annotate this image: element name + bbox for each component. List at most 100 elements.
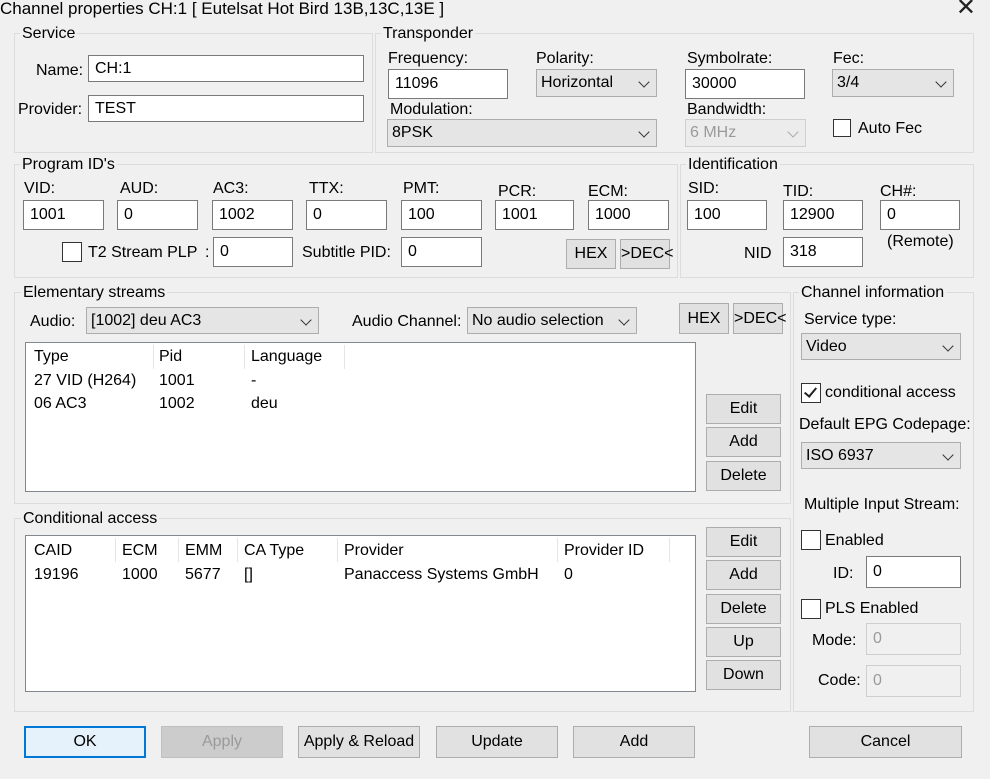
aud-label: AUD: xyxy=(120,180,159,197)
tid-input[interactable]: 12900 xyxy=(783,200,863,230)
sid-input[interactable]: 100 xyxy=(687,200,767,230)
column-divider[interactable] xyxy=(115,538,116,562)
update-button[interactable]: Update xyxy=(436,726,558,758)
streams-delete-button[interactable]: Delete xyxy=(706,461,781,491)
subtitle-pid-input[interactable]: 0 xyxy=(401,237,482,267)
ca-row-type[interactable]: [] xyxy=(244,565,253,585)
stream-row-language[interactable]: - xyxy=(251,371,256,391)
stream-row-pid[interactable]: 1001 xyxy=(159,371,195,391)
ca-row-provider[interactable]: Panaccess Systems GmbH xyxy=(344,565,539,585)
add-channel-button[interactable]: Add xyxy=(573,726,695,758)
apply-reload-button[interactable]: Apply & Reload xyxy=(298,726,420,758)
column-divider[interactable] xyxy=(244,345,245,369)
cancel-button[interactable]: Cancel xyxy=(809,726,962,758)
ecm-input[interactable]: 1000 xyxy=(588,200,669,230)
audio-channel-value: No audio selection xyxy=(472,312,604,329)
ca-row-ecm[interactable]: 1000 xyxy=(122,565,158,585)
t2-stream-plp-input[interactable]: 0 xyxy=(213,237,293,267)
t2-stream-plp-checkbox[interactable] xyxy=(62,242,82,262)
chevron-down-icon xyxy=(787,126,799,138)
streams-col-language[interactable]: Language xyxy=(251,347,322,367)
streams-edit-button[interactable]: Edit xyxy=(706,394,781,424)
vid-input[interactable]: 1001 xyxy=(23,200,104,230)
pls-enabled-checkbox[interactable] xyxy=(801,599,821,619)
epg-codepage-select[interactable]: ISO 6937 xyxy=(801,442,961,469)
identification-group-label: Identification xyxy=(686,156,780,174)
bandwidth-value: 6 MHz xyxy=(690,124,737,141)
streams-add-button[interactable]: Add xyxy=(706,427,781,457)
stream-row-type[interactable]: 06 AC3 xyxy=(34,394,86,414)
pmt-input[interactable]: 100 xyxy=(401,200,482,230)
mis-id-label: ID: xyxy=(833,565,854,582)
pls-mode-input: 0 xyxy=(866,623,961,655)
transponder-group-label: Transponder xyxy=(381,25,476,43)
ca-delete-button[interactable]: Delete xyxy=(706,594,781,624)
ac3-input[interactable]: 1002 xyxy=(212,200,293,230)
ca-col-provider-id[interactable]: Provider ID xyxy=(564,541,644,561)
stream-row-pid[interactable]: 1002 xyxy=(159,394,195,414)
ttx-input[interactable]: 0 xyxy=(306,200,387,230)
stream-row-type[interactable]: 27 VID (H264) xyxy=(34,371,136,391)
service-group-label: Service xyxy=(20,25,78,43)
pid-hex-button[interactable]: HEX xyxy=(566,239,616,269)
close-icon[interactable]: ✕ xyxy=(956,0,976,20)
ca-up-button[interactable]: Up xyxy=(706,627,781,657)
column-divider[interactable] xyxy=(669,538,670,562)
streams-dec-button[interactable]: >DEC< xyxy=(733,303,786,334)
ch-number-input[interactable]: 0 xyxy=(880,200,960,230)
bandwidth-label: Bandwidth: xyxy=(687,101,767,118)
auto-fec-label: Auto Fec xyxy=(858,120,923,137)
column-divider[interactable] xyxy=(337,538,338,562)
ca-col-type[interactable]: CA Type xyxy=(244,541,304,561)
ca-col-emm[interactable]: EMM xyxy=(185,541,222,561)
pid-dec-button[interactable]: >DEC< xyxy=(620,239,673,269)
column-divider[interactable] xyxy=(344,345,345,369)
ca-row-emm[interactable]: 5677 xyxy=(185,565,221,585)
streams-col-type[interactable]: Type xyxy=(34,347,69,367)
symbolrate-input[interactable]: 30000 xyxy=(685,69,805,99)
t2-colon-label: : xyxy=(205,244,210,261)
ca-add-button[interactable]: Add xyxy=(706,560,781,590)
fec-select[interactable]: 3/4 xyxy=(832,69,954,97)
ca-col-provider[interactable]: Provider xyxy=(344,541,404,561)
aud-input[interactable]: 0 xyxy=(117,200,198,230)
modulation-select[interactable]: 8PSK xyxy=(387,119,657,147)
column-divider[interactable] xyxy=(178,538,179,562)
polarity-select[interactable]: Horizontal xyxy=(536,69,657,97)
ca-list[interactable]: CAID ECM EMM CA Type Provider Provider I… xyxy=(25,535,696,692)
mis-id-input[interactable]: 0 xyxy=(866,556,961,588)
name-input[interactable]: CH:1 xyxy=(88,55,364,82)
ca-col-caid[interactable]: CAID xyxy=(34,541,72,561)
ok-button[interactable]: OK xyxy=(24,726,146,758)
column-divider[interactable] xyxy=(237,538,238,562)
streams-col-pid[interactable]: Pid xyxy=(159,347,182,367)
ca-row-caid[interactable]: 19196 xyxy=(34,565,79,585)
nid-input[interactable]: 318 xyxy=(783,237,863,267)
audio-channel-label: Audio Channel: xyxy=(352,313,462,330)
modulation-value: 8PSK xyxy=(392,124,433,141)
mis-enabled-label: Enabled xyxy=(825,532,884,549)
chevron-down-icon xyxy=(935,76,947,88)
streams-hex-button[interactable]: HEX xyxy=(679,303,729,334)
audio-select[interactable]: [1002] deu AC3 xyxy=(86,307,319,334)
chevron-down-icon xyxy=(300,314,312,326)
frequency-input[interactable]: 11096 xyxy=(388,69,508,99)
ca-edit-button[interactable]: Edit xyxy=(706,527,781,557)
stream-row-language[interactable]: deu xyxy=(251,394,278,414)
auto-fec-checkbox[interactable] xyxy=(833,119,851,137)
conditional-access-checkbox[interactable] xyxy=(801,383,821,403)
provider-input[interactable]: TEST xyxy=(88,95,364,122)
t2-stream-plp-label: T2 Stream PLP xyxy=(88,244,198,261)
chevron-down-icon xyxy=(638,126,650,138)
streams-list[interactable]: Type Pid Language 27 VID (H264) 1001 - 0… xyxy=(25,342,696,492)
ca-down-button[interactable]: Down xyxy=(706,660,781,690)
column-divider[interactable] xyxy=(557,538,558,562)
audio-channel-select[interactable]: No audio selection xyxy=(467,307,637,334)
channel-information-group-label: Channel information xyxy=(799,284,947,302)
service-type-select[interactable]: Video xyxy=(801,333,961,360)
ca-row-provider-id[interactable]: 0 xyxy=(564,565,573,585)
mis-enabled-checkbox[interactable] xyxy=(801,530,821,550)
column-divider[interactable] xyxy=(153,345,154,369)
pcr-input[interactable]: 1001 xyxy=(495,200,574,230)
ca-col-ecm[interactable]: ECM xyxy=(122,541,158,561)
